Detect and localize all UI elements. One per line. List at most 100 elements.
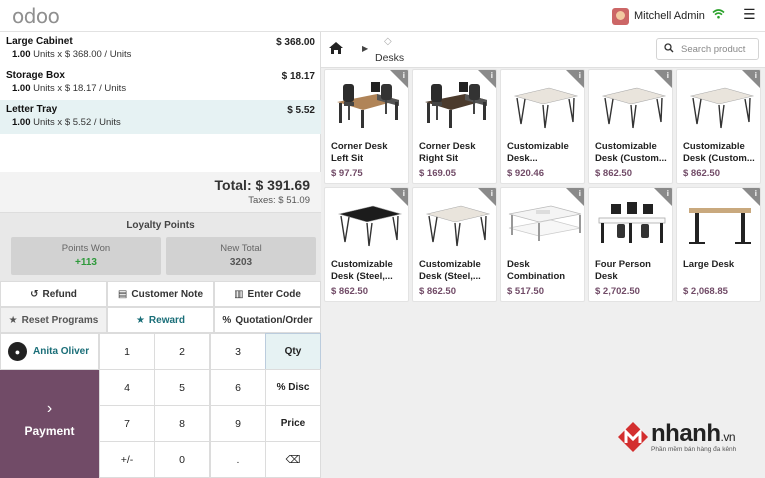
nhanh-logo-mark <box>618 422 648 452</box>
numpad-key[interactable]: 1 <box>99 333 155 370</box>
customer-name: Anita Oliver <box>33 346 90 357</box>
hamburger-menu-icon[interactable]: ☰ <box>743 6 756 23</box>
info-icon[interactable]: i <box>755 71 757 80</box>
numpad-key[interactable]: 7 <box>99 405 155 442</box>
product-card[interactable]: i Customizable Desk... $ 920.46 <box>500 69 585 184</box>
product-info-corner[interactable] <box>478 70 496 88</box>
numpad-key[interactable]: 0 <box>154 441 210 478</box>
order-line-qty: 1.00 <box>12 49 31 60</box>
info-icon[interactable]: i <box>403 71 405 80</box>
product-info-corner[interactable] <box>566 70 584 88</box>
product-card[interactable]: i Desk Combination $ 517.50 <box>500 187 585 302</box>
product-card[interactable]: i Corner Desk Left Sit $ 97.75 <box>324 69 409 184</box>
product-card[interactable]: i Customizable Desk (Custom... $ 862.50 <box>588 69 673 184</box>
numpad-key[interactable]: 2 <box>154 333 210 370</box>
search-placeholder: Search product <box>681 43 746 55</box>
mode-key[interactable]: Qty <box>265 333 321 370</box>
numpad: 1 2 3 Qty 4 5 6% Disc 7 8 9 Price +/- 0. ⌫ <box>99 333 321 478</box>
numpad-key[interactable]: 9 <box>210 405 266 442</box>
numpad-key[interactable]: 3 <box>210 333 266 370</box>
search-input[interactable]: Search product <box>656 38 759 60</box>
info-icon[interactable]: i <box>403 189 405 198</box>
quotation-order-button[interactable]: % Quotation/Order <box>214 307 321 333</box>
new-total-box: New Total 3203 <box>166 237 316 275</box>
product-info-corner[interactable] <box>566 188 584 206</box>
numpad-key[interactable]: 8 <box>154 405 210 442</box>
customer-icon: ● <box>8 342 27 361</box>
nhanh-brand-name: nhanh <box>651 420 721 447</box>
product-info-corner[interactable] <box>478 188 496 206</box>
numpad-key[interactable]: . <box>210 441 266 478</box>
nhanh-tld: .vn <box>720 430 736 444</box>
order-line[interactable]: Letter Tray $ 5.52 1.00 Units x $ 5.52 / U… <box>0 100 321 134</box>
product-name: Customizable Desk... <box>507 141 569 164</box>
order-line[interactable]: Large Cabinet $ 368.00 1.00 Units x $ 368.… <box>0 32 321 66</box>
search-icon <box>664 42 674 56</box>
enter-code-button[interactable]: ▥ Enter Code <box>214 281 321 307</box>
product-info-corner[interactable] <box>654 188 672 206</box>
mode-key[interactable]: Price <box>265 405 321 442</box>
payment-button[interactable]: › Payment <box>0 370 99 478</box>
breadcrumb-category[interactable]: Desks <box>375 52 404 64</box>
backspace-key[interactable]: ⌫ <box>265 441 321 478</box>
product-card[interactable]: i Customizable Desk (Steel,... $ 862.50 <box>412 187 497 302</box>
note-icon: ▤ <box>117 288 128 300</box>
product-price: $ 517.50 <box>507 286 544 297</box>
reward-button[interactable]: ★ Reward <box>107 307 214 333</box>
info-icon[interactable]: i <box>491 71 493 80</box>
pos-app: odoo Mitchell Admin ☰ Large Cabinet $ 368… <box>0 0 765 478</box>
mode-key[interactable]: % Disc <box>265 369 321 406</box>
user-menu[interactable]: Mitchell Admin <box>612 7 705 25</box>
loyalty-points-panel: Loyalty Points Points Won +113 New Total… <box>0 212 321 281</box>
order-line-detail: 1.00 Units x $ 5.52 / Units <box>6 117 315 128</box>
order-line-price: $ 18.17 <box>281 71 315 82</box>
product-name: Customizable Desk (Custom... <box>595 141 667 164</box>
order-line-qty: 1.00 <box>12 117 31 128</box>
product-price: $ 97.75 <box>331 168 363 179</box>
star-icon: ★ <box>135 314 145 326</box>
product-name: Customizable Desk (Custom... <box>683 141 755 164</box>
product-header: ▶ ◇ Desks Search product <box>321 32 765 68</box>
product-info-corner[interactable] <box>390 70 408 88</box>
product-card[interactable]: i Customizable Desk (Custom... $ 862.50 <box>676 69 761 184</box>
customer-note-label: Customer Note <box>131 288 204 300</box>
numpad-key[interactable]: +/- <box>99 441 155 478</box>
product-card[interactable]: i Large Desk $ 2,068.85 <box>676 187 761 302</box>
home-icon[interactable] <box>328 41 344 59</box>
info-icon[interactable]: i <box>491 189 493 198</box>
order-line-unit-price: Units x $ 5.52 / Units <box>33 117 121 128</box>
category-icon: ◇ <box>384 36 392 47</box>
info-icon[interactable]: i <box>579 189 581 198</box>
product-card[interactable]: i Four Person Desk $ 2,702.50 <box>588 187 673 302</box>
numpad-key[interactable]: 5 <box>154 369 210 406</box>
order-line-name: Storage Box <box>6 70 65 81</box>
product-price: $ 862.50 <box>331 286 368 297</box>
caret-right-icon: ▶ <box>362 44 369 53</box>
points-won-value: +113 <box>75 257 97 268</box>
product-card[interactable]: i Corner Desk Right Sit $ 169.05 <box>412 69 497 184</box>
nhanh-tagline: Phần mềm bán hàng đa kênh <box>651 446 737 453</box>
product-info-corner[interactable] <box>742 188 760 206</box>
info-icon[interactable]: i <box>579 71 581 80</box>
reset-programs-button[interactable]: ★ Reset Programs <box>0 307 107 333</box>
order-line[interactable]: Storage Box $ 18.17 1.00 Units x $ 18.17 /… <box>0 66 321 100</box>
product-price: $ 862.50 <box>683 168 720 179</box>
info-icon[interactable]: i <box>667 189 669 198</box>
order-taxes: Taxes: $ 51.09 <box>248 195 310 206</box>
numpad-key[interactable]: 4 <box>99 369 155 406</box>
product-price: $ 862.50 <box>419 286 456 297</box>
nhanh-watermark: nhanh.vn Phần mềm bán hàng đa kênh <box>616 418 756 458</box>
product-info-corner[interactable] <box>742 70 760 88</box>
numpad-key[interactable]: 6 <box>210 369 266 406</box>
product-name: Corner Desk Right Sit <box>419 141 476 164</box>
info-icon[interactable]: i <box>667 71 669 80</box>
order-totals: Total: $ 391.69 Taxes: $ 51.09 <box>0 172 321 212</box>
product-info-corner[interactable] <box>390 188 408 206</box>
info-icon[interactable]: i <box>755 189 757 198</box>
product-name: Customizable Desk (Steel,... <box>331 259 393 282</box>
customer-button[interactable]: ● Anita Oliver <box>0 333 99 370</box>
product-card[interactable]: i Customizable Desk (Steel,... $ 862.50 <box>324 187 409 302</box>
refund-button[interactable]: ↺ Refund <box>0 281 107 307</box>
customer-note-button[interactable]: ▤ Customer Note <box>107 281 214 307</box>
product-info-corner[interactable] <box>654 70 672 88</box>
